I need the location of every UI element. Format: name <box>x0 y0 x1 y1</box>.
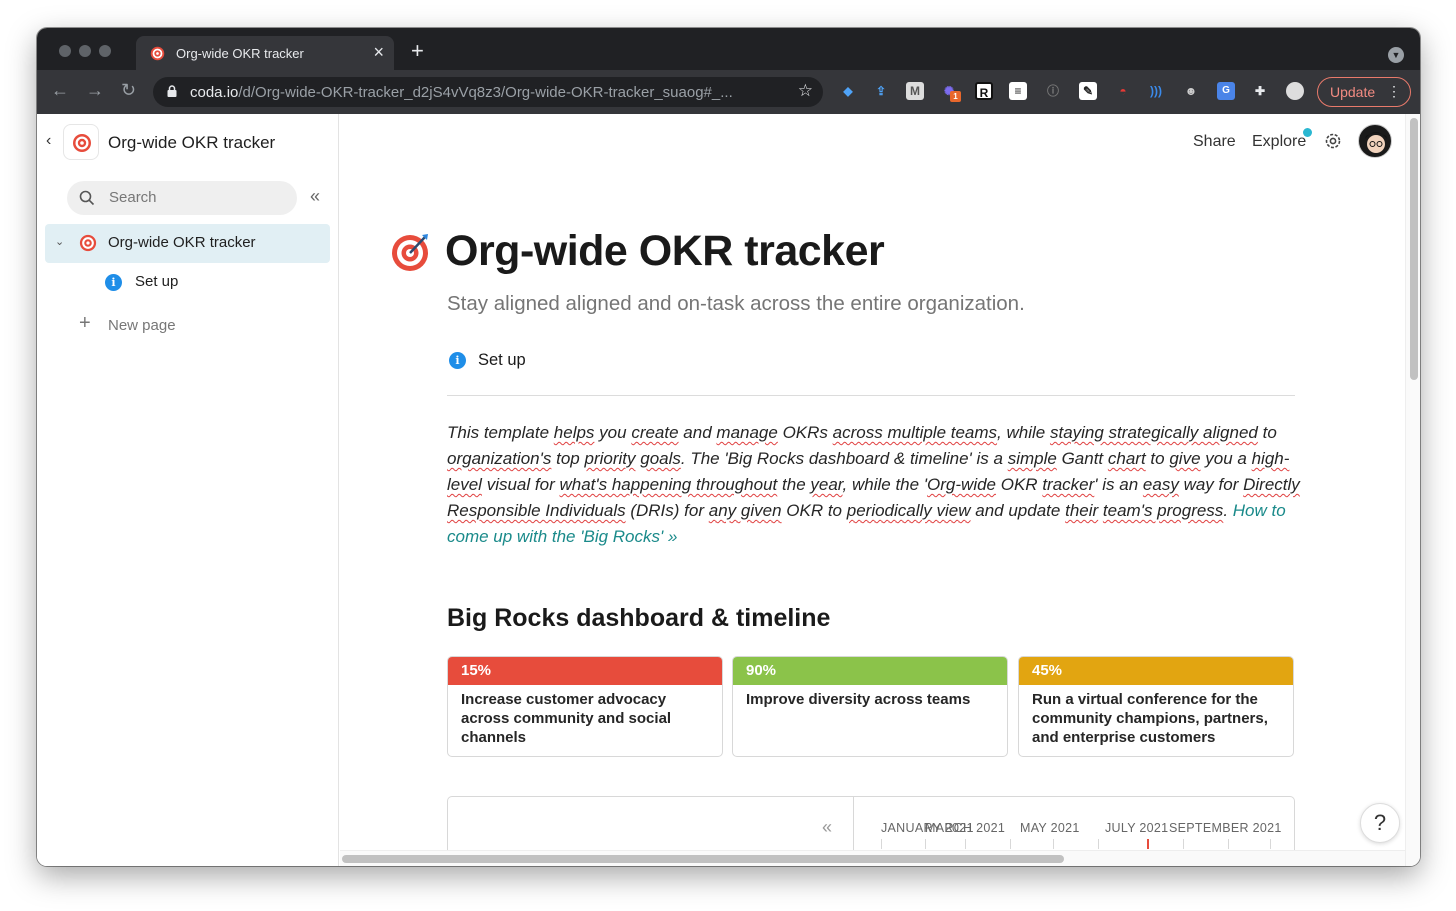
doc-canvas: Share Explore Org-wide OKR tracker Stay … <box>340 114 1406 866</box>
sidebar-item-label: Set up <box>135 273 179 290</box>
extension-pen-icon[interactable]: ✎ <box>1079 82 1097 100</box>
close-tab-icon[interactable]: × <box>373 42 384 63</box>
forward-icon[interactable]: → <box>86 80 104 101</box>
notification-dot <box>1303 128 1312 137</box>
coda-app: ‹ Org-wide OKR tracker Search « ⌄ Org-wi… <box>37 114 1420 866</box>
big-rock-title: Increase customer advocacy across commun… <box>461 691 672 746</box>
explore-button[interactable]: Explore <box>1252 133 1306 151</box>
target-icon <box>150 46 165 66</box>
timeline-tick <box>965 839 966 849</box>
doc-logo[interactable] <box>63 124 99 160</box>
collapse-sidebar-icon[interactable]: « <box>310 186 320 207</box>
search-input[interactable]: Search <box>67 181 297 215</box>
extension-monkey-icon[interactable]: ☻ <box>1182 82 1200 100</box>
intro-paragraph: This template helps you create and manag… <box>447 423 1300 546</box>
new-tab-button[interactable]: + <box>411 38 424 64</box>
url-text: coda.io/d/Org-wide-OKR-tracker_d2jS4vVq8… <box>190 84 733 101</box>
search-placeholder: Search <box>109 189 157 206</box>
timeline-month-label: SEPTEMBER 2021 <box>1169 821 1282 835</box>
big-rock-title: Run a virtual conference for the communi… <box>1032 691 1268 746</box>
extension-share-icon[interactable]: ⇪ <box>872 82 890 100</box>
back-icon[interactable]: ← <box>51 80 69 101</box>
chevron-down-icon[interactable]: ⌄ <box>55 235 64 248</box>
timeline-month-label: MAY 2021 <box>1020 821 1080 835</box>
timeline-tick <box>1010 839 1011 849</box>
menu-kebab-icon[interactable]: ⋮ <box>1387 83 1401 100</box>
lock-icon <box>167 85 177 97</box>
page-title: Org-wide OKR tracker <box>445 227 885 275</box>
big-rock-title: Improve diversity across teams <box>746 691 971 708</box>
info-icon: i <box>105 274 122 291</box>
vertical-scrollbar[interactable] <box>1405 114 1420 866</box>
extensions-puzzle-icon[interactable]: ✚ <box>1251 82 1269 100</box>
timeline-tick <box>881 839 882 849</box>
sidebar: ‹ Org-wide OKR tracker Search « ⌄ Org-wi… <box>37 114 339 866</box>
extension-info-icon[interactable]: ⓘ <box>1044 82 1062 100</box>
target-icon <box>391 232 431 277</box>
minimize-window-button[interactable] <box>79 45 91 57</box>
bookmark-star-icon[interactable]: ☆ <box>798 81 813 101</box>
big-rock-card[interactable]: 45% Run a virtual conference for the com… <box>1018 656 1294 757</box>
divider <box>447 395 1295 396</box>
timeline-tick <box>1183 839 1184 849</box>
timeline-month-label: JULY 2021 <box>1105 821 1169 835</box>
new-page-label: New page <box>108 317 176 334</box>
extension-r-icon[interactable]: R <box>975 82 993 100</box>
search-icon <box>79 190 95 206</box>
tab-title: Org-wide OKR tracker <box>176 46 304 61</box>
progress-bar: 90% <box>733 657 1007 685</box>
extension-pokeball-icon[interactable]: ◓ <box>1114 82 1132 100</box>
plus-icon: + <box>79 312 91 334</box>
timeline-tick <box>1228 839 1229 849</box>
timeline-tick <box>1053 839 1054 849</box>
tab-bar: Org-wide OKR tracker × + ▼ <box>37 28 1420 70</box>
setup-link-label: Set up <box>478 351 526 369</box>
tab-search-icon[interactable]: ▼ <box>1388 47 1404 63</box>
new-page-button[interactable]: + New page <box>79 312 279 338</box>
big-rock-card[interactable]: 90% Improve diversity across teams <box>732 656 1008 757</box>
info-icon: i <box>449 352 466 369</box>
horizontal-scrollbar[interactable] <box>340 850 1405 866</box>
sidebar-item-set-up[interactable]: i Set up <box>103 272 303 296</box>
timeline-tick <box>925 839 926 849</box>
close-window-button[interactable] <box>59 45 71 57</box>
collapse-timeline-icon[interactable]: « <box>822 817 832 838</box>
scrollbar-thumb[interactable] <box>342 855 1064 863</box>
progress-bar: 45% <box>1019 657 1293 685</box>
section-heading: Big Rocks dashboard & timeline <box>447 604 831 632</box>
timeline-tick <box>1270 839 1271 849</box>
timeline-today-marker <box>1147 839 1149 849</box>
sidebar-item-label: Org-wide OKR tracker <box>108 234 256 251</box>
extension-doc-icon[interactable]: ≡ <box>1009 82 1027 100</box>
share-button[interactable]: Share <box>1193 133 1236 151</box>
scrollbar-thumb[interactable] <box>1410 118 1418 380</box>
update-button[interactable]: Update ⋮ <box>1317 77 1411 107</box>
setup-page-link[interactable]: i Set up <box>447 350 647 374</box>
profile-avatar-icon[interactable] <box>1286 82 1304 100</box>
translate-icon[interactable]: G <box>1217 82 1235 100</box>
sidebar-item-org-wide-okr-tracker[interactable]: ⌄ Org-wide OKR tracker <box>45 224 330 263</box>
progress-bar: 15% <box>448 657 722 685</box>
doc-title[interactable]: Org-wide OKR tracker <box>108 133 275 153</box>
extension-wave-icon[interactable]: ))) <box>1147 82 1165 100</box>
help-button[interactable]: ? <box>1360 803 1400 843</box>
browser-window: Org-wide OKR tracker × + ▼ ← → ↻ coda.io… <box>37 28 1420 866</box>
browser-toolbar: ← → ↻ coda.io/d/Org-wide-OKR-tracker_d2j… <box>37 70 1420 114</box>
timeline-tick <box>1098 839 1099 849</box>
extension-sparkle-icon[interactable]: ✺ 1 <box>940 82 961 102</box>
big-rock-card[interactable]: 15% Increase customer advocacy across co… <box>447 656 723 757</box>
timeline-month-label: MARCH 2021 <box>925 821 1006 835</box>
user-avatar[interactable] <box>1358 124 1392 158</box>
target-icon <box>73 134 91 152</box>
back-chevron-icon[interactable]: ‹ <box>46 132 51 150</box>
address-bar[interactable]: coda.io/d/Org-wide-OKR-tracker_d2jS4vVq8… <box>153 77 823 107</box>
browser-tab[interactable]: Org-wide OKR tracker × <box>136 36 394 70</box>
extension-m-icon[interactable]: M <box>906 82 924 100</box>
target-icon <box>79 234 97 257</box>
page-subtitle: Stay aligned aligned and on-task across … <box>447 292 1025 315</box>
reload-icon[interactable]: ↻ <box>121 80 136 101</box>
gear-icon[interactable] <box>1323 131 1343 151</box>
zoom-window-button[interactable] <box>99 45 111 57</box>
extension-gem-icon[interactable]: ◆ <box>839 82 857 100</box>
